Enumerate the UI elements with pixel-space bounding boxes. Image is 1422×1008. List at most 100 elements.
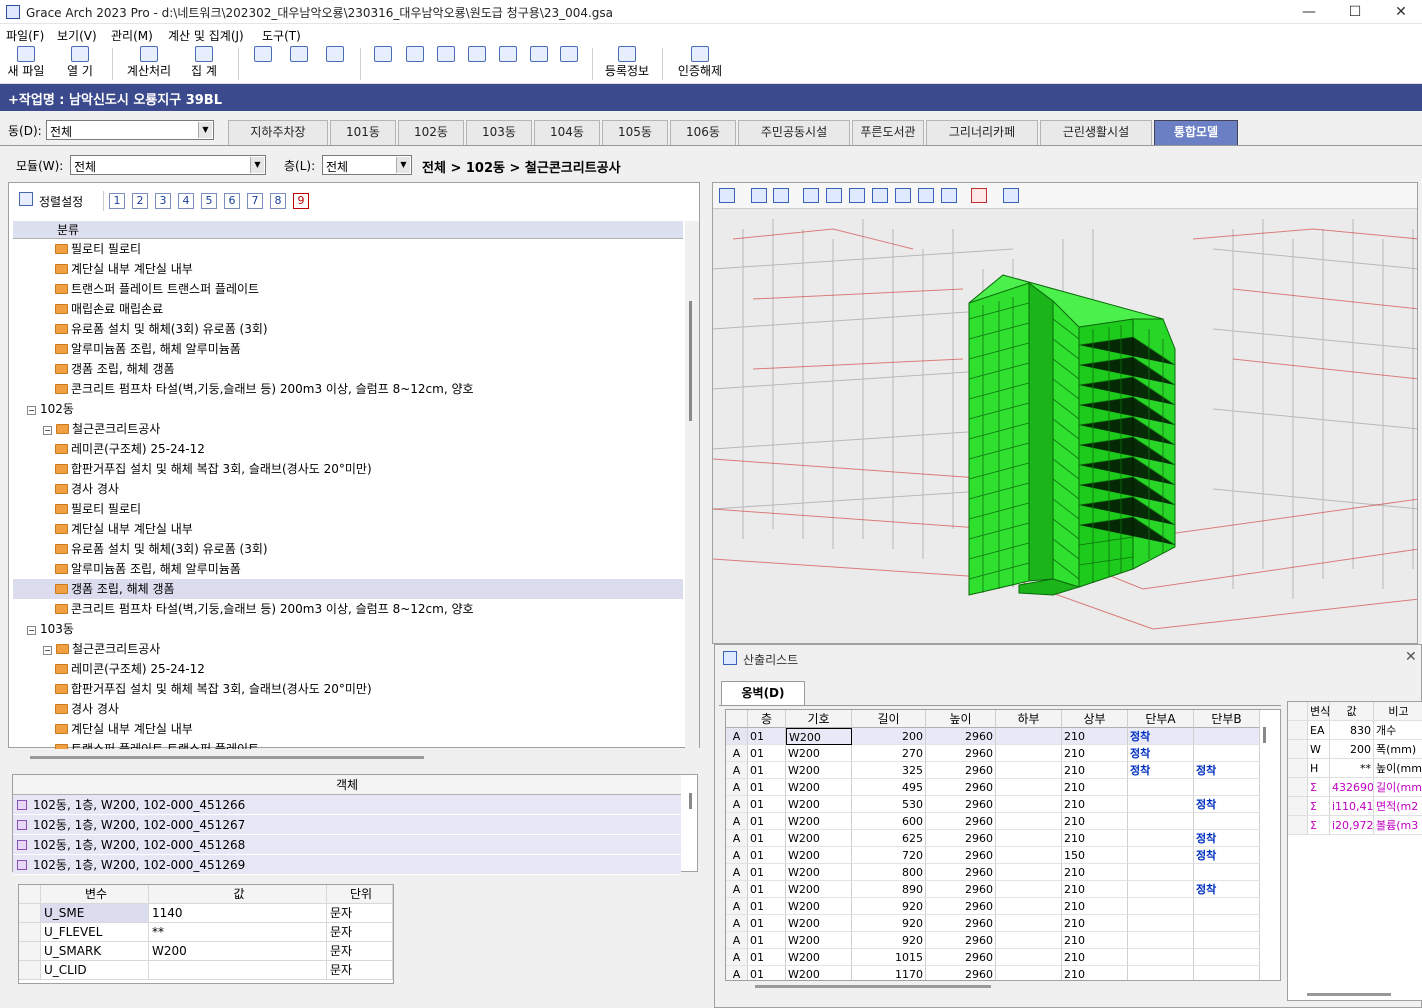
sort-level-1-button[interactable]: 1 (109, 193, 125, 209)
calc-cell[interactable]: 920 (852, 915, 926, 932)
calc-cell[interactable]: 2960 (926, 728, 996, 745)
cloud-icon[interactable] (1003, 188, 1019, 203)
calc-cell[interactable]: W200 (786, 728, 852, 745)
calc-cell[interactable]: 2960 (926, 847, 996, 864)
tree-scrollbar[interactable] (685, 221, 699, 749)
summary-hscroll-thumb[interactable] (1307, 993, 1391, 996)
calc-cell[interactable] (1194, 813, 1260, 830)
tree-row[interactable]: 유로폼 설치 및 해체(3회) 유로폼 (3회) (13, 319, 683, 339)
calc-cell[interactable] (1194, 864, 1260, 881)
calc-cell[interactable]: A (726, 966, 748, 980)
view-iso-icon[interactable] (918, 188, 934, 203)
calc-cell[interactable] (1128, 898, 1194, 915)
object-row[interactable]: 102동, 1층, W200, 102-000_451268 (13, 835, 681, 855)
tree-row[interactable]: 합판거푸집 설치 및 해체 복잡 3회, 슬래브(경사도 20°미만) (13, 459, 683, 479)
tree-row[interactable]: − 철근콘크리트공사 (13, 419, 683, 439)
calc-button[interactable]: 계산처리 (122, 46, 176, 82)
tab-105동[interactable]: 105동 (602, 120, 668, 145)
element-tool-3-button[interactable] (435, 46, 457, 82)
calc-cell[interactable]: 210 (1062, 830, 1128, 847)
calc-cell[interactable] (1194, 728, 1260, 745)
tree-row[interactable]: 경사 경사 (13, 479, 683, 499)
preview-button[interactable] (252, 46, 274, 82)
var-cell[interactable]: 문자 (327, 961, 393, 980)
calc-cell[interactable]: 210 (1062, 745, 1128, 762)
var-cell[interactable]: U_FLEVEL (41, 923, 149, 942)
var-row-selector[interactable] (19, 961, 41, 980)
calc-cell[interactable] (996, 745, 1062, 762)
calc-list-close-button[interactable]: ✕ (1405, 649, 1417, 665)
calc-cell[interactable] (1194, 915, 1260, 932)
var-cell[interactable]: 문자 (327, 904, 393, 923)
menu-file[interactable]: 파일(F) (6, 27, 44, 44)
collapse-toggle-icon[interactable]: − (43, 426, 52, 435)
element-tool-5-button[interactable] (497, 46, 519, 82)
tree-row[interactable]: 필로티 필로티 (13, 239, 683, 259)
calc-cell[interactable] (996, 915, 1062, 932)
tab-102동[interactable]: 102동 (398, 120, 464, 145)
tab-푸른도서관[interactable]: 푸른도서관 (852, 120, 924, 145)
calc-cell[interactable]: W200 (786, 898, 852, 915)
calc-cell[interactable]: W200 (786, 966, 852, 980)
menu-view[interactable]: 보기(V) (57, 27, 97, 44)
sort-level-7-button[interactable]: 7 (247, 193, 263, 209)
tab-101동[interactable]: 101동 (330, 120, 396, 145)
calc-cell[interactable]: W200 (786, 779, 852, 796)
calc-cell[interactable]: W200 (786, 796, 852, 813)
model-settings-icon[interactable] (719, 188, 735, 203)
calc-cell[interactable] (996, 864, 1062, 881)
calc-cell[interactable] (1128, 813, 1194, 830)
tree-row[interactable]: 필로티 필로티 (13, 499, 683, 519)
calc-cell[interactable]: 01 (748, 898, 786, 915)
menu-calc[interactable]: 계산 및 집계(J) (168, 27, 244, 44)
tree-row[interactable]: 콘크리트 펌프차 타설(벽,기둥,슬래브 등) 200m3 이상, 슬럼프 8~… (13, 599, 683, 619)
calc-cell[interactable]: 210 (1062, 949, 1128, 966)
summary-row-selector[interactable] (1288, 759, 1308, 778)
calc-cell[interactable]: 01 (748, 864, 786, 881)
tab-근린생활시설[interactable]: 근린생활시설 (1040, 120, 1152, 145)
calc-cell[interactable]: 01 (748, 762, 786, 779)
calc-cell[interactable]: 1170 (852, 966, 926, 980)
calc-cell[interactable]: A (726, 932, 748, 949)
calc-cell[interactable]: W200 (786, 932, 852, 949)
calc-cell[interactable] (1128, 864, 1194, 881)
element-tool-4-button[interactable] (466, 46, 488, 82)
object-row[interactable]: 102동, 1층, W200, 102-000_451269 (13, 855, 681, 875)
minimize-button[interactable]: — (1286, 0, 1332, 24)
calc-cell[interactable]: 01 (748, 796, 786, 813)
calc-cell[interactable] (996, 779, 1062, 796)
tree-row[interactable]: 레미콘(구조체) 25-24-12 (13, 439, 683, 459)
calc-cell[interactable] (1128, 796, 1194, 813)
calc-cell[interactable] (1128, 966, 1194, 980)
calc-cell[interactable]: 2960 (926, 745, 996, 762)
tree-row[interactable]: 갱폼 조립, 해체 갱폼 (13, 359, 683, 379)
calc-cell[interactable] (1128, 915, 1194, 932)
calc-cell[interactable]: A (726, 779, 748, 796)
sort-level-9-button[interactable]: 9 (293, 193, 309, 209)
tree-row[interactable]: 알루미늄폼 조립, 해체 알루미늄폼 (13, 339, 683, 359)
element-tool-7-button[interactable] (558, 46, 580, 82)
calc-cell[interactable]: 495 (852, 779, 926, 796)
tree-row[interactable]: 경사 경사 (13, 699, 683, 719)
calc-cell[interactable]: 210 (1062, 864, 1128, 881)
var-cell[interactable]: U_CLID (41, 961, 149, 980)
calc-cell[interactable]: 530 (852, 796, 926, 813)
object-row[interactable]: 102동, 1층, W200, 102-000_451266 (13, 795, 681, 815)
calc-cell[interactable] (1194, 932, 1260, 949)
summary-row-selector[interactable] (1288, 721, 1308, 740)
calc-cell[interactable]: 01 (748, 745, 786, 762)
calc-cell[interactable]: W200 (786, 915, 852, 932)
registration-button[interactable]: 등록정보 (602, 46, 652, 82)
view-rotate-icon[interactable] (751, 188, 767, 203)
calc-cell[interactable] (1194, 779, 1260, 796)
calc-cell[interactable]: 2960 (926, 813, 996, 830)
calc-cell[interactable]: 2960 (926, 762, 996, 779)
calc-cell[interactable]: W200 (786, 847, 852, 864)
element-tool-6-button[interactable] (528, 46, 550, 82)
new-file-button[interactable]: 새 파일 (4, 46, 48, 82)
calc-cell[interactable]: 01 (748, 728, 786, 745)
calc-cell[interactable]: 정착 (1194, 762, 1260, 779)
calc-cell[interactable] (1128, 847, 1194, 864)
calc-cell[interactable]: 정착 (1194, 796, 1260, 813)
calc-cell[interactable]: 01 (748, 779, 786, 796)
